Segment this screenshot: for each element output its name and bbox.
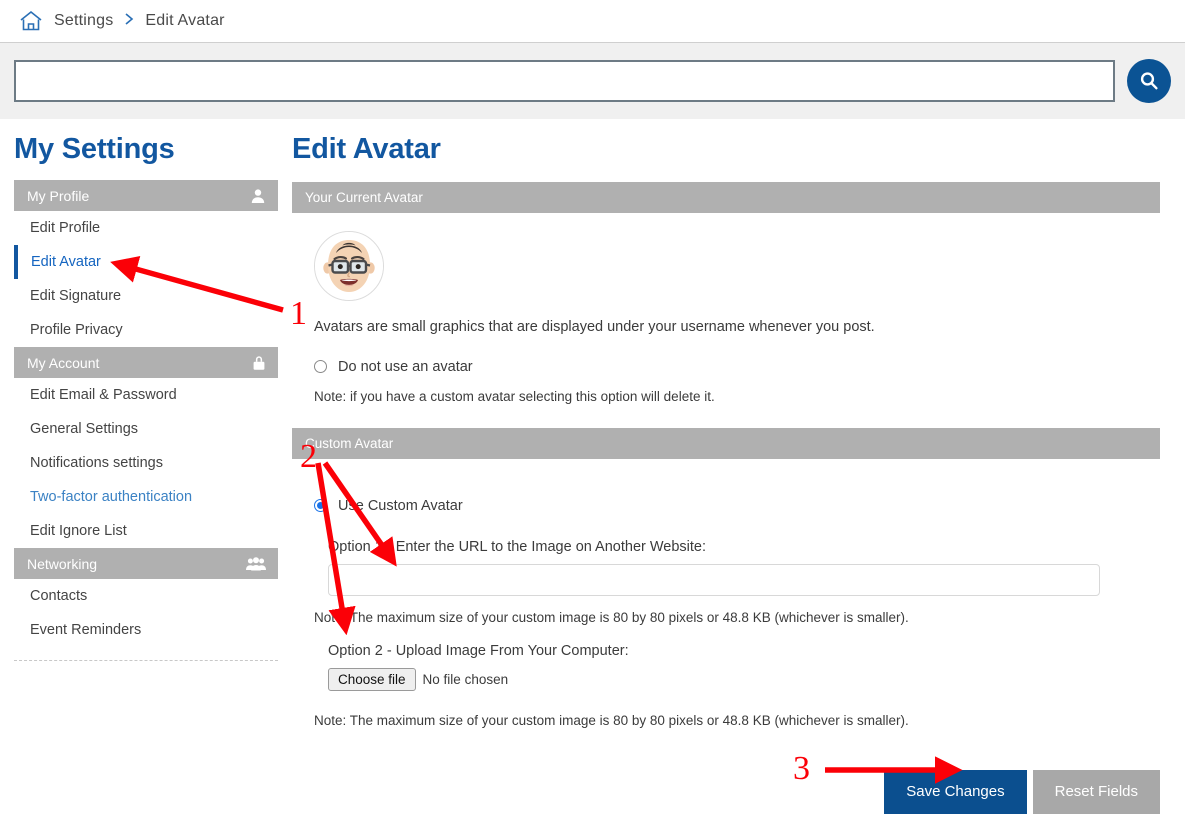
no-avatar-label: Do not use an avatar — [338, 358, 473, 375]
avatar-url-input[interactable] — [328, 563, 1100, 596]
breadcrumb-item-settings[interactable]: Settings — [54, 12, 113, 30]
sidebar-item-edit-ignore-list[interactable]: Edit Ignore List — [14, 514, 278, 548]
main-content: Edit Avatar Your Current Avatar Avatars … — [292, 125, 1185, 814]
search-button[interactable] — [1127, 59, 1171, 103]
section-header-custom-avatar: Custom Avatar — [292, 427, 1160, 459]
sidebar-item-label: Edit Avatar — [31, 254, 101, 270]
sidebar-item-label: Edit Signature — [30, 288, 122, 304]
sidebar-group-label: My Profile — [27, 187, 90, 204]
people-icon — [246, 556, 266, 571]
annotation-number-1: 1 — [290, 295, 307, 332]
option2-note: Note: The maximum size of your custom im… — [314, 712, 909, 728]
option1-label: Option 1 - Enter the URL to the Image on… — [328, 538, 707, 555]
sidebar-item-notifications-settings[interactable]: Notifications settings — [14, 446, 278, 480]
page-body: My Settings My Profile Edit Profile Edit… — [0, 119, 1185, 814]
sidebar-group-my-account[interactable]: My Account — [14, 347, 278, 378]
reset-fields-button[interactable]: Reset Fields — [1032, 769, 1160, 814]
search-bar — [0, 43, 1185, 119]
use-custom-avatar-radio[interactable] — [314, 499, 327, 513]
section-header-label: Your Current Avatar — [305, 190, 423, 205]
sidebar-item-label: Event Reminders — [30, 622, 142, 638]
sidebar-item-label: General Settings — [30, 421, 139, 437]
no-avatar-radio[interactable] — [314, 360, 327, 374]
sidebar-item-label: Edit Profile — [30, 220, 101, 236]
sidebar-item-label: Notifications settings — [30, 455, 163, 471]
sidebar-item-two-factor-authentication[interactable]: Two-factor authentication — [14, 480, 278, 514]
sidebar-divider — [14, 660, 278, 661]
chevron-right-icon — [123, 11, 135, 32]
sidebar-item-label: Contacts — [30, 588, 88, 604]
sidebar-item-general-settings[interactable]: General Settings — [14, 412, 278, 446]
section-body-current-avatar: Avatars are small graphics that are disp… — [292, 213, 1160, 404]
sidebar-item-label: Edit Email & Password — [30, 387, 177, 403]
avatar-description: Avatars are small graphics that are disp… — [314, 319, 875, 335]
page-title: Edit Avatar — [292, 133, 441, 165]
user-icon — [250, 188, 266, 204]
home-icon[interactable] — [18, 9, 44, 33]
search-icon — [1140, 72, 1158, 90]
sidebar-item-edit-email-password[interactable]: Edit Email & Password — [14, 378, 278, 412]
sidebar-group-label: My Account — [27, 354, 100, 371]
option2-label: Option 2 - Upload Image From Your Comput… — [328, 642, 629, 659]
sidebar-item-profile-privacy[interactable]: Profile Privacy — [14, 313, 278, 347]
sidebar-list-my-profile: Edit Profile Edit Avatar Edit Signature … — [14, 211, 278, 347]
breadcrumb-bar: Settings Edit Avatar — [0, 0, 1185, 43]
sidebar-item-edit-profile[interactable]: Edit Profile — [14, 211, 278, 245]
sidebar-group-networking[interactable]: Networking — [14, 548, 278, 579]
no-avatar-note: Note: if you have a custom avatar select… — [314, 388, 715, 404]
sidebar-group-my-profile[interactable]: My Profile — [14, 180, 278, 211]
form-button-row: Save Changes Reset Fields — [314, 769, 1160, 814]
sidebar-item-event-reminders[interactable]: Event Reminders — [14, 613, 278, 647]
annotation-number-2: 2 — [300, 438, 317, 475]
use-custom-avatar-label: Use Custom Avatar — [338, 497, 463, 514]
memoji-avatar-icon — [314, 231, 384, 301]
file-upload-row: Choose file No file chosen — [328, 667, 1160, 691]
sidebar: My Settings My Profile Edit Profile Edit… — [0, 125, 292, 814]
section-header-current-avatar: Your Current Avatar — [292, 182, 1160, 213]
sidebar-list-my-account: Edit Email & Password General Settings N… — [14, 378, 278, 548]
use-custom-avatar-radio-row[interactable]: Use Custom Avatar — [314, 498, 1160, 514]
sidebar-item-edit-signature[interactable]: Edit Signature — [14, 279, 278, 313]
annotation-number-3: 3 — [793, 750, 810, 787]
sidebar-item-label: Profile Privacy — [30, 322, 123, 338]
file-status-label: No file chosen — [422, 671, 509, 687]
option1-note: Note: The maximum size of your custom im… — [314, 609, 909, 625]
section-header-label: Custom Avatar — [305, 435, 394, 451]
section-body-custom-avatar: Use Custom Avatar Option 1 - Enter the U… — [292, 459, 1160, 814]
no-avatar-radio-row[interactable]: Do not use an avatar — [314, 359, 1160, 375]
sidebar-item-contacts[interactable]: Contacts — [14, 579, 278, 613]
breadcrumb-item-current: Edit Avatar — [145, 12, 225, 29]
choose-file-button[interactable]: Choose file — [328, 667, 416, 691]
save-changes-button[interactable]: Save Changes — [884, 769, 1027, 814]
sidebar-group-label: Networking — [27, 555, 98, 572]
sidebar-title: My Settings — [14, 133, 175, 165]
sidebar-item-label: Edit Ignore List — [30, 523, 127, 539]
sidebar-list-networking: Contacts Event Reminders — [14, 579, 278, 647]
lock-icon — [252, 355, 266, 371]
sidebar-item-label: Two-factor authentication — [30, 489, 193, 505]
search-input[interactable] — [14, 60, 1115, 102]
sidebar-item-edit-avatar[interactable]: Edit Avatar — [14, 245, 278, 279]
